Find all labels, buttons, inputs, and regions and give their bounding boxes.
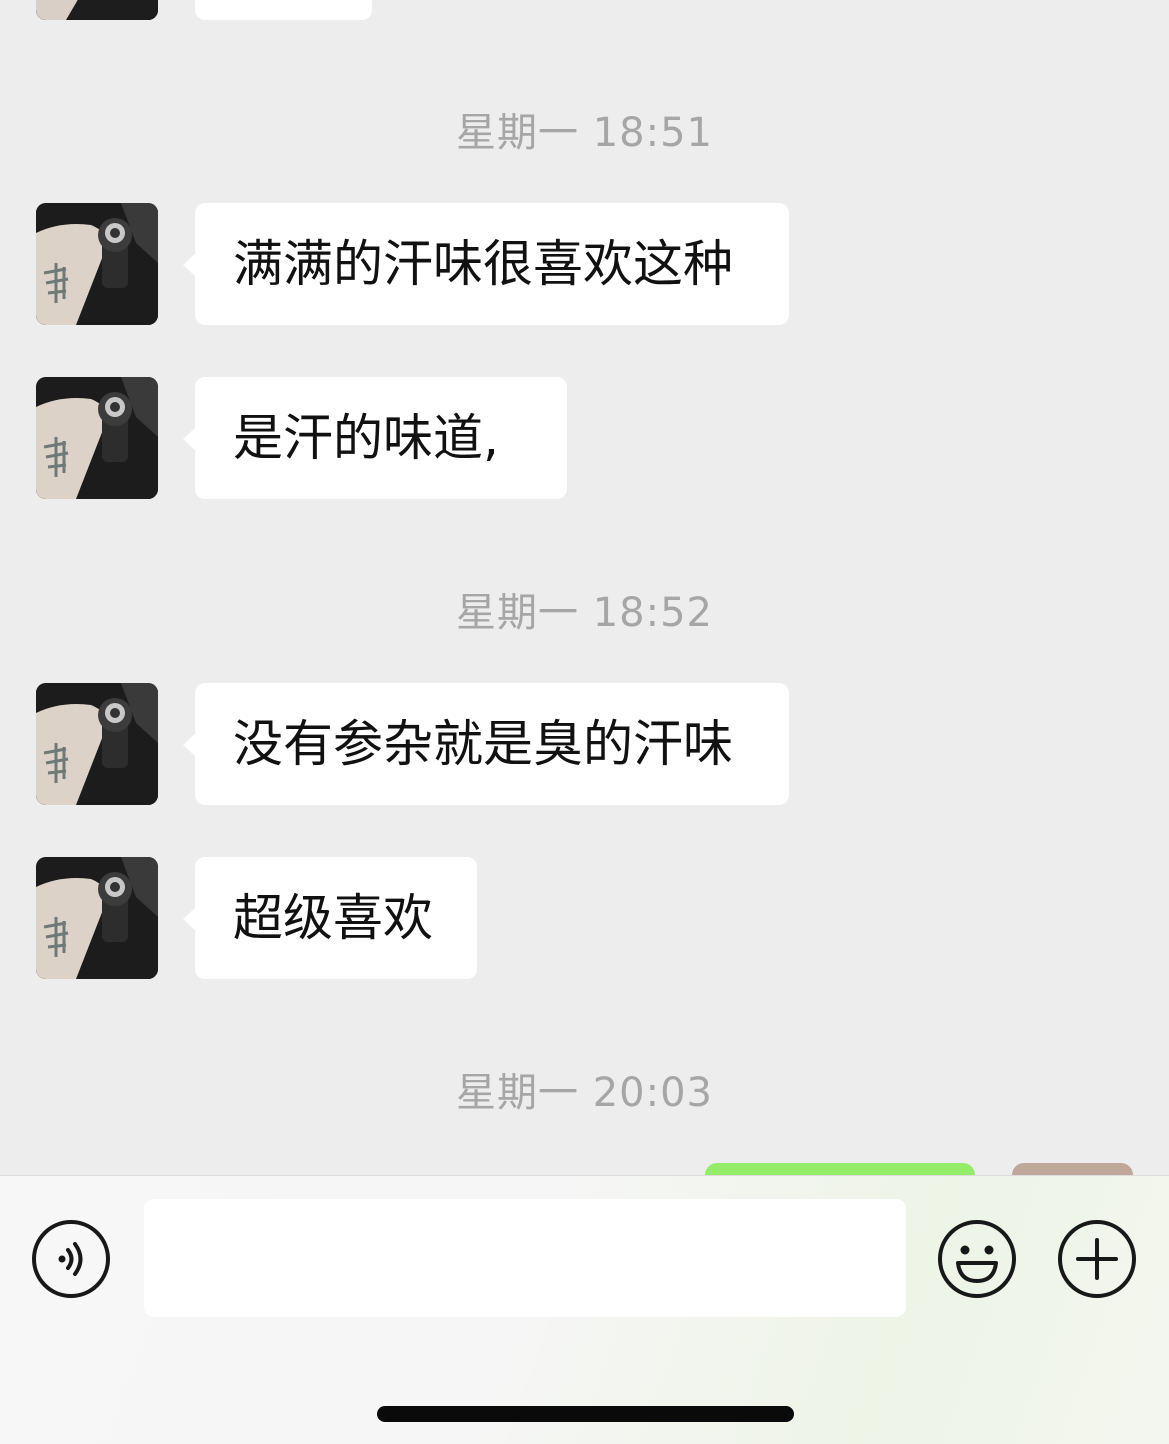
plus-icon	[1058, 1220, 1136, 1298]
timestamp: 星期一 18:52	[456, 590, 713, 636]
avatar-photo-icon	[36, 203, 158, 325]
message-bubble[interactable]: 满满的汗味很喜欢这种	[183, 203, 789, 325]
outgoing-message-bubble-partial[interactable]	[705, 1163, 975, 1175]
contact-avatar[interactable]	[36, 683, 158, 805]
timestamp: 星期一 18:51	[456, 110, 713, 156]
own-avatar-partial[interactable]	[1012, 1163, 1133, 1175]
message-bubble-partial[interactable]	[195, 0, 372, 20]
contact-avatar[interactable]	[36, 0, 158, 20]
more-options-button[interactable]	[1057, 1219, 1137, 1299]
contact-avatar[interactable]	[36, 857, 158, 979]
message-text: 没有参杂就是臭的汗味	[233, 715, 733, 773]
emoji-button[interactable]	[937, 1219, 1017, 1299]
avatar-photo-icon	[36, 0, 158, 20]
voice-input-button[interactable]	[31, 1219, 111, 1299]
avatar-photo-icon	[36, 683, 158, 805]
timestamp: 星期一 20:03	[456, 1070, 713, 1116]
contact-avatar[interactable]	[36, 203, 158, 325]
message-text-input[interactable]	[144, 1199, 906, 1317]
chat-message-list[interactable]: 星期一 18:51 满满的汗味很喜欢这种 是汗的味道, 星期一 18:52 没有…	[0, 0, 1169, 1175]
message-text: 是汗的味道,	[233, 409, 499, 467]
home-indicator[interactable]	[377, 1406, 794, 1422]
message-bubble[interactable]: 超级喜欢	[183, 857, 477, 979]
message-text: 满满的汗味很喜欢这种	[233, 235, 733, 293]
message-text: 超级喜欢	[233, 889, 433, 947]
contact-avatar[interactable]	[36, 377, 158, 499]
message-bubble[interactable]: 是汗的味道,	[183, 377, 567, 499]
message-bubble[interactable]: 没有参杂就是臭的汗味	[183, 683, 789, 805]
voice-icon	[32, 1220, 110, 1298]
emoji-icon	[938, 1220, 1016, 1298]
avatar-photo-icon	[36, 377, 158, 499]
chat-input-bar	[0, 1175, 1169, 1444]
avatar-photo-icon	[36, 857, 158, 979]
